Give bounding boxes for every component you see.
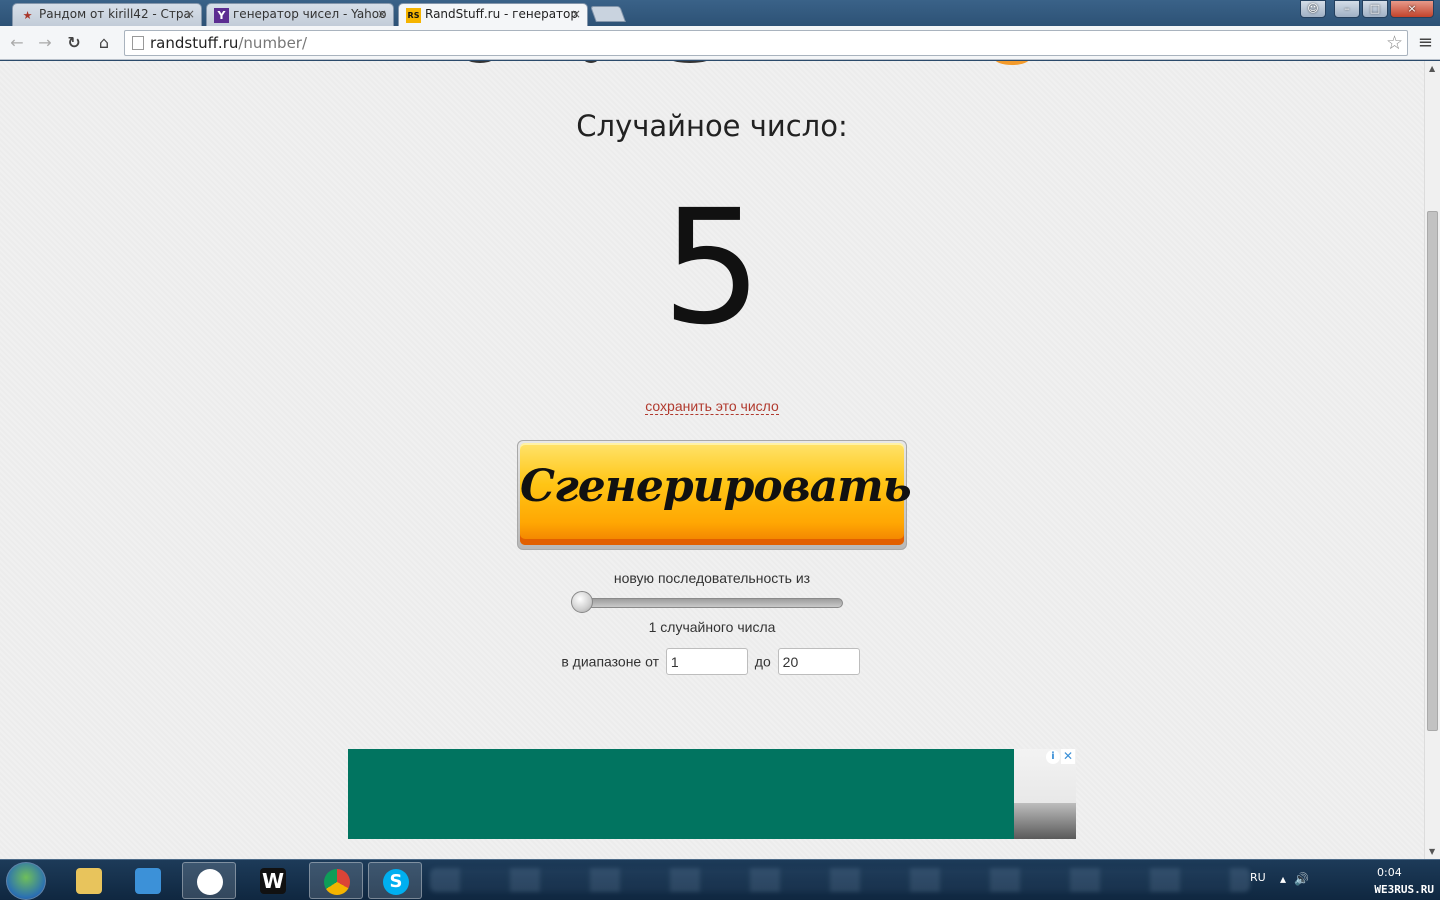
- bookmark-star-icon[interactable]: ☆: [1386, 32, 1403, 54]
- maximize-button[interactable]: □: [1362, 0, 1388, 18]
- chrome-icon: [324, 869, 350, 895]
- star-icon: ★: [22, 9, 33, 22]
- reload-icon[interactable]: ↻: [63, 32, 85, 54]
- browser-titlebar: ★ Рандом от kirill42 - Стра × Y генерато…: [0, 0, 1440, 26]
- app-icon: [197, 869, 223, 895]
- close-window-button[interactable]: ×: [1390, 0, 1434, 18]
- browser-toolbar: ← → ↻ ⌂ randstuff.ru/number/ ☆ ≡: [0, 26, 1440, 60]
- media-player-icon: [135, 868, 161, 894]
- address-bar[interactable]: randstuff.ru/number/ ☆: [124, 30, 1408, 56]
- page-content: Случайное число: 5 сохранить это число С…: [0, 61, 1424, 859]
- windows-taskbar: W S RU ▴🔊 0:04 WE3RUS.RU: [0, 859, 1440, 900]
- window-controls: ☺ – □ ×: [1300, 0, 1434, 18]
- watermark: WE3RUS.RU: [1374, 883, 1434, 896]
- browser-tab-2[interactable]: Y генератор чисел - Yahoo ×: [206, 3, 394, 26]
- generate-button-face: Сгенерировать: [520, 443, 912, 545]
- yahoo-icon: Y: [214, 8, 229, 23]
- folder-icon: [76, 868, 102, 894]
- tab-title: RandStuff.ru - генератор: [425, 7, 578, 21]
- ad-banner[interactable]: i ✕: [348, 749, 1076, 839]
- range-to-input[interactable]: [777, 648, 860, 675]
- page-icon: [132, 36, 144, 50]
- site-logo-fragment: [430, 61, 750, 69]
- taskbar-w-button[interactable]: W: [246, 862, 300, 899]
- home-icon[interactable]: ⌂: [93, 32, 115, 54]
- forward-arrow-icon[interactable]: →: [34, 32, 56, 54]
- taskbar-media-button[interactable]: [121, 862, 175, 899]
- site-logo-orange-fragment: [994, 61, 1030, 65]
- ad-info-icon[interactable]: i: [1046, 750, 1060, 764]
- taskbar-clock[interactable]: 0:04: [1377, 866, 1402, 879]
- sequence-label: новую последовательность из: [613, 570, 811, 586]
- range-from-label: в диапазоне от: [561, 653, 660, 670]
- tab-close-icon[interactable]: ×: [571, 4, 581, 25]
- user-icon[interactable]: ☺: [1300, 0, 1326, 18]
- scroll-down-arrow-icon[interactable]: ▼: [1429, 847, 1435, 856]
- browser-tab-3[interactable]: RS RandStuff.ru - генератор ×: [398, 3, 588, 26]
- scrollbar-thumb[interactable]: [1427, 211, 1438, 731]
- tab-title: генератор чисел - Yahoo: [233, 7, 387, 21]
- range-from-input[interactable]: [665, 648, 748, 675]
- skype-icon: S: [383, 869, 409, 895]
- language-indicator[interactable]: RU: [1250, 871, 1266, 884]
- w-app-icon: W: [260, 868, 286, 894]
- range-to-label: до: [754, 653, 771, 670]
- count-slider-handle[interactable]: [571, 591, 593, 613]
- taskbar-skype-button[interactable]: S: [368, 862, 422, 899]
- taskbar-explorer-button[interactable]: [62, 862, 116, 899]
- tab-title: Рандом от kirill42 - Стра: [39, 7, 191, 21]
- start-button[interactable]: [6, 862, 46, 900]
- page-title: Случайное число:: [576, 109, 848, 143]
- count-slider-track[interactable]: [580, 598, 843, 608]
- chrome-menu-icon[interactable]: ≡: [1418, 32, 1433, 53]
- back-arrow-icon[interactable]: ←: [6, 32, 28, 54]
- tab-close-icon[interactable]: ×: [185, 4, 195, 25]
- taskbar-blurred-items: [430, 868, 1250, 892]
- system-tray-icons[interactable]: ▴🔊: [1280, 872, 1317, 886]
- count-label: 1 случайного числа: [648, 619, 776, 635]
- taskbar-app-button[interactable]: [182, 862, 236, 899]
- minimize-button[interactable]: –: [1334, 0, 1360, 18]
- randstuff-icon: RS: [406, 8, 421, 23]
- new-tab-button[interactable]: [590, 6, 626, 22]
- scroll-up-arrow-icon[interactable]: ▲: [1429, 64, 1435, 73]
- taskbar-chrome-button[interactable]: [309, 862, 363, 899]
- generate-button[interactable]: Сгенерировать: [517, 440, 912, 550]
- browser-tab-1[interactable]: ★ Рандом от kirill42 - Стра ×: [12, 3, 202, 26]
- save-number-link[interactable]: сохранить это число: [645, 398, 779, 415]
- generate-button-label: Сгенерировать: [520, 461, 912, 512]
- tab-close-icon[interactable]: ×: [377, 4, 387, 25]
- page-scrollbar[interactable]: ▲ ▼: [1424, 61, 1440, 859]
- ad-close-icon[interactable]: ✕: [1061, 749, 1075, 764]
- url-text[interactable]: randstuff.ru/number/: [150, 34, 307, 52]
- range-row: в диапазоне от до: [0, 648, 1424, 675]
- random-number-result: 5: [661, 176, 763, 360]
- save-number-link-wrap: сохранить это число: [0, 396, 1424, 415]
